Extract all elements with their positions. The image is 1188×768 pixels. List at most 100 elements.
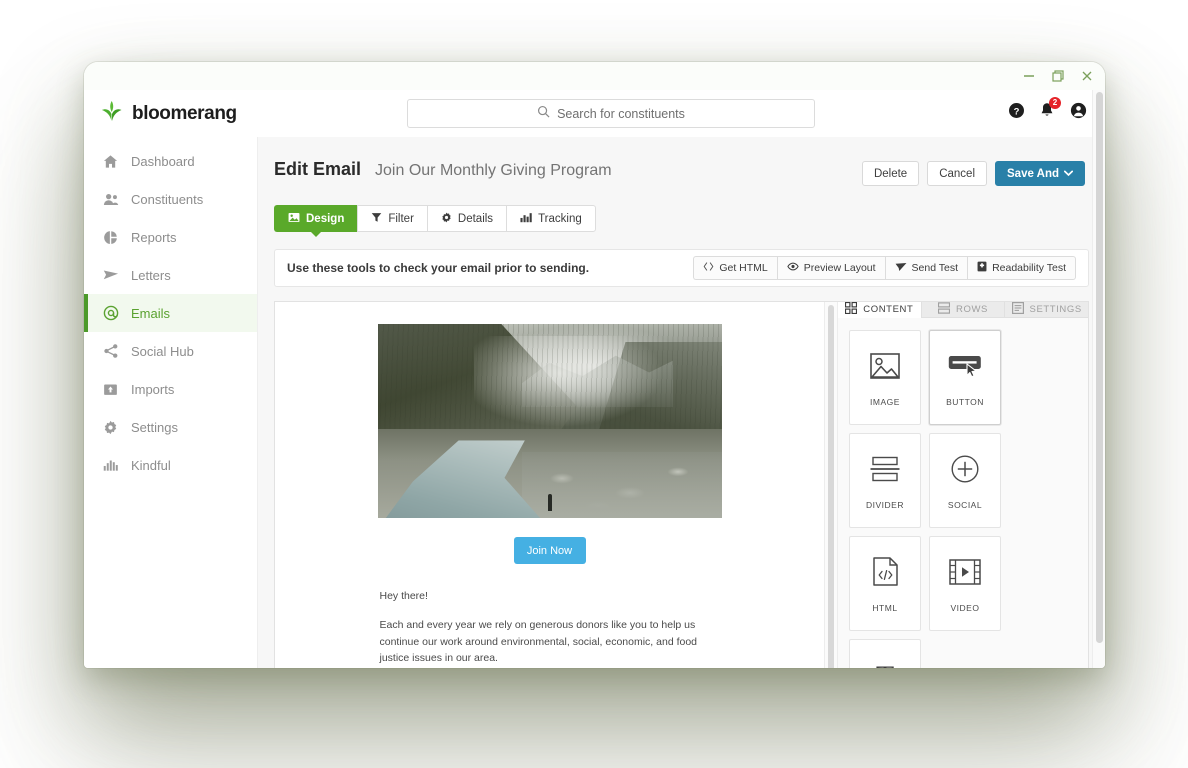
tools-strip: Use these tools to check your email prio… [274,249,1089,287]
sidebar-item-social-hub[interactable]: Social Hub [84,332,257,370]
book-icon [977,261,987,275]
content-block-label: VIDEO [950,602,980,613]
gear-icon [102,420,119,435]
people-icon [102,192,119,207]
sidebar-item-imports[interactable]: Imports [84,370,257,408]
tab-design[interactable]: Design [274,205,358,237]
content-block-text[interactable]: T TEXT [849,639,921,668]
tool-label: Readability Test [992,262,1066,274]
content-panel: CONTENT ROWS SETTINGS IMAGE BUTTON DIVID… [838,302,1088,668]
sidebar-item-emails[interactable]: Emails [84,294,257,332]
sidebar-item-label: Constituents [131,191,204,207]
import-folder-icon [102,382,119,397]
pie-chart-icon [102,230,119,245]
sidebar-item-label: Emails [131,305,171,321]
panel-tab-label: SETTINGS [1029,304,1082,315]
tools-message: Use these tools to check your email prio… [287,261,590,275]
sidebar-item-label: Settings [131,419,178,435]
header-icon-group: ? 2 [1008,97,1087,119]
share-icon [102,343,119,359]
main-content: Edit Email Join Our Monthly Giving Progr… [258,137,1105,668]
content-block-social[interactable]: SOCIAL [929,433,1001,528]
grid-icon [845,302,858,317]
email-hero-image[interactable] [377,324,722,518]
delete-button[interactable]: Delete [861,161,920,186]
panel-tab-label: ROWS [956,304,988,315]
at-sign-icon [102,305,119,321]
window-titlebar [84,62,1105,90]
title-block: Edit Email Join Our Monthly Giving Progr… [274,159,862,180]
bar-chart-icon [520,212,532,226]
hero-rocks [521,452,722,518]
tool-label: Get HTML [719,262,768,274]
tab-label: Filter [388,212,414,225]
sidebar-item-label: Reports [131,229,177,245]
paper-plane-icon [895,262,907,275]
content-block-divider[interactable]: DIVIDER [849,433,921,528]
paper-plane-icon [102,268,119,282]
readability-test-button[interactable]: Readability Test [967,256,1076,280]
cancel-button[interactable]: Cancel [927,161,988,186]
content-block-video[interactable]: VIDEO [929,536,1001,631]
bar-chart-icon [102,459,119,472]
get-html-button[interactable]: Get HTML [693,256,777,280]
save-and-button[interactable]: Save And [995,161,1085,186]
tab-tracking[interactable]: Tracking [506,205,596,232]
content-block-label: BUTTON [946,396,984,407]
sidebar-item-label: Kindful [131,457,171,473]
content-block-label: IMAGE [870,396,900,407]
html-file-icon [872,555,898,589]
save-and-label: Save And [1007,167,1059,180]
sidebar-nav: Dashboard Constituents Reports Letters E… [84,137,258,668]
sidebar-item-dashboard[interactable]: Dashboard [84,142,257,180]
canvas-scrollbar[interactable] [824,302,838,668]
tab-filter[interactable]: Filter [357,205,427,232]
user-circle-icon[interactable] [1070,102,1087,119]
restore-icon[interactable] [1050,68,1066,84]
bell-icon[interactable]: 2 [1039,97,1061,119]
content-block-label: DIVIDER [866,499,904,510]
brand-logo[interactable]: bloomerang [84,100,258,127]
content-block-image[interactable]: IMAGE [849,330,921,425]
canvas-scrollbar-thumb[interactable] [828,305,834,668]
send-test-button[interactable]: Send Test [884,256,968,280]
search-input[interactable]: Search for constituents [407,99,815,128]
tab-details[interactable]: Details [426,205,507,232]
rows-icon [937,302,951,317]
panel-tab-rows[interactable]: ROWS [920,302,1005,318]
panel-tab-settings[interactable]: SETTINGS [1004,302,1088,318]
button-icon [948,349,982,383]
editor-tabs: Design Filter Details Tracking [258,205,1105,237]
svg-text:T: T [876,660,894,669]
email-paragraph: Each and every year we rely on generous … [379,619,698,664]
chevron-down-icon [1063,168,1074,180]
sidebar-item-letters[interactable]: Letters [84,256,257,294]
email-body-copy[interactable]: Hey there! Each and every year we rely o… [380,588,720,668]
page-subtitle: Join Our Monthly Giving Program [375,162,612,179]
sidebar-item-label: Dashboard [131,153,195,169]
code-icon [703,262,714,274]
window-scrollbar-thumb[interactable] [1095,92,1103,644]
help-circle-icon[interactable]: ? [1008,102,1025,119]
image-icon [870,349,900,383]
bloomerang-leaf-icon [100,100,124,127]
tool-button-group: Get HTML Preview Layout Send Test Readab… [693,256,1076,280]
content-block-html[interactable]: HTML [849,536,921,631]
content-block-button[interactable]: BUTTON [929,330,1001,425]
settings-icon [1011,302,1024,317]
window-scrollbar[interactable] [1092,90,1105,668]
join-now-button[interactable]: Join Now [513,537,586,564]
sidebar-item-reports[interactable]: Reports [84,218,257,256]
email-paragraph: Hey there! [379,590,428,602]
preview-layout-button[interactable]: Preview Layout [776,256,885,280]
minimize-icon[interactable] [1021,68,1037,84]
text-t-icon: T [871,658,899,669]
close-icon[interactable] [1079,68,1095,84]
sidebar-item-constituents[interactable]: Constituents [84,180,257,218]
sidebar-item-label: Imports [131,381,175,397]
page-title: Edit Email [274,159,362,179]
sidebar-item-kindful[interactable]: Kindful [84,446,257,484]
panel-tab-content[interactable]: CONTENT [838,302,921,318]
sidebar-item-settings[interactable]: Settings [84,408,257,446]
email-canvas[interactable]: Join Now Hey there! Each and every year … [275,302,824,668]
